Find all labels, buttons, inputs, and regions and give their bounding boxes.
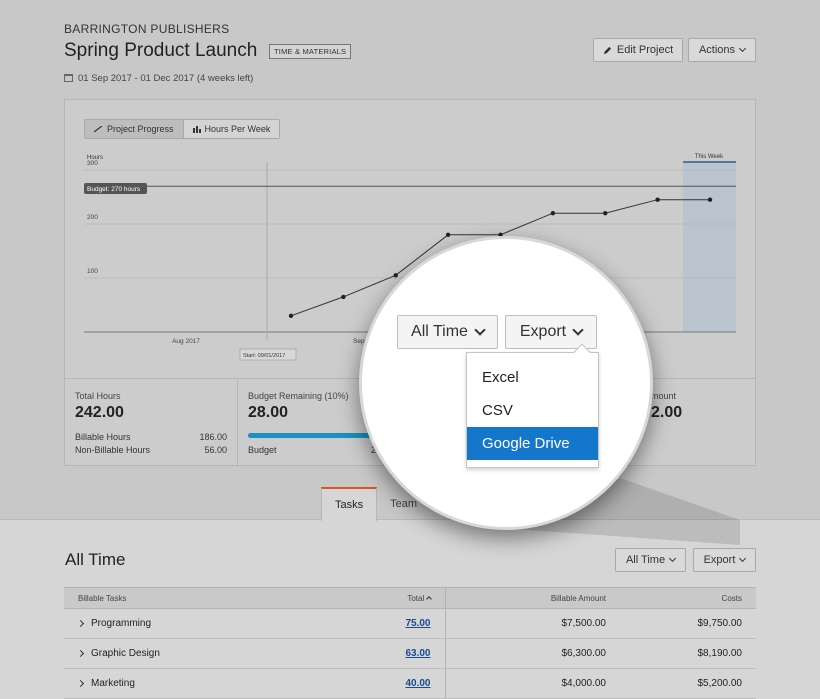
magnified-all-time-label: All Time — [411, 323, 468, 340]
magnifier-lens: All Time Export Excel CSV Google Drive — [359, 236, 653, 530]
export-dropdown-menu: Excel CSV Google Drive — [466, 343, 599, 468]
magnified-export-label: Export — [519, 323, 567, 340]
chevron-down-icon — [474, 323, 486, 336]
menu-item-google-drive[interactable]: Google Drive — [467, 427, 598, 460]
menu-item-csv[interactable]: CSV — [467, 394, 598, 427]
chevron-down-icon — [572, 323, 584, 336]
magnified-all-time-button[interactable]: All Time — [397, 315, 498, 349]
menu-item-excel[interactable]: Excel — [467, 361, 598, 394]
